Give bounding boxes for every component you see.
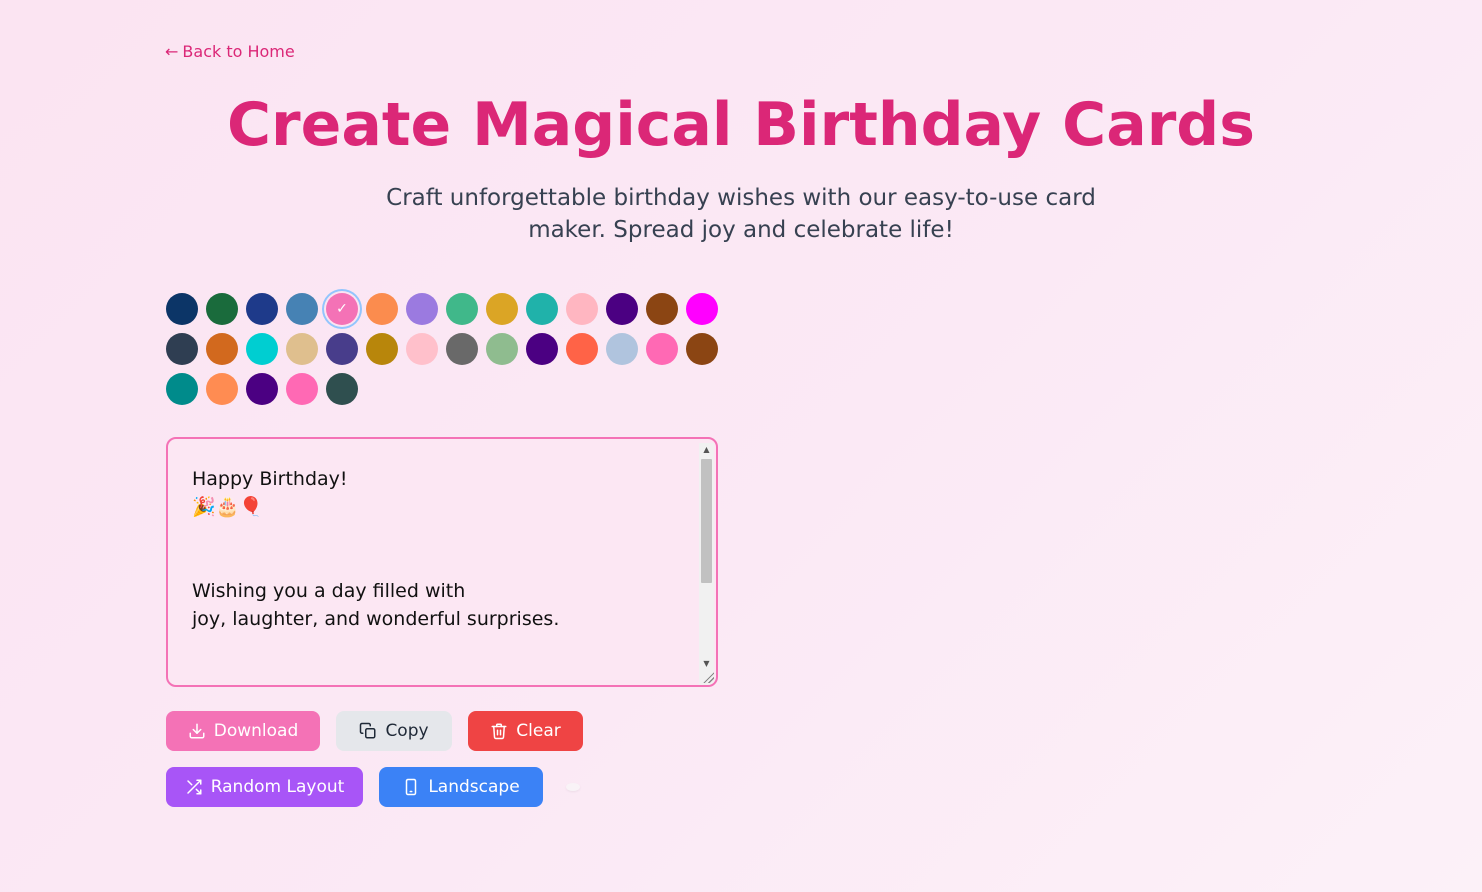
scroll-up-arrow-icon[interactable]: ▲ xyxy=(699,443,714,457)
color-swatch[interactable] xyxy=(446,333,478,365)
color-swatch[interactable] xyxy=(406,293,438,325)
editor-scrollbar[interactable]: ▲ ▼ xyxy=(699,443,714,685)
color-swatch[interactable] xyxy=(166,373,198,405)
clear-button[interactable]: Clear xyxy=(468,711,583,751)
color-palette: ✓ xyxy=(166,293,726,405)
color-swatch[interactable] xyxy=(446,293,478,325)
color-swatch[interactable] xyxy=(326,373,358,405)
color-swatch[interactable] xyxy=(246,293,278,325)
trash-icon xyxy=(491,723,507,740)
color-swatch[interactable] xyxy=(606,333,638,365)
color-swatch[interactable] xyxy=(286,373,318,405)
check-icon: ✓ xyxy=(336,301,348,317)
color-swatch[interactable] xyxy=(246,373,278,405)
card-message-editor[interactable]: Happy Birthday! 🎉🎂🎈 Wishing you a day fi… xyxy=(166,437,718,687)
card-message-text[interactable]: Happy Birthday! 🎉🎂🎈 Wishing you a day fi… xyxy=(192,465,692,633)
clear-label: Clear xyxy=(516,721,561,741)
color-swatch[interactable] xyxy=(286,293,318,325)
scroll-down-arrow-icon[interactable]: ▼ xyxy=(699,657,714,671)
download-icon xyxy=(189,723,205,739)
back-to-home-label: Back to Home xyxy=(182,42,295,61)
copy-icon xyxy=(360,722,376,739)
random-layout-label: Random Layout xyxy=(210,777,345,797)
arrow-left-icon: ← xyxy=(165,42,179,61)
color-swatch[interactable] xyxy=(646,333,678,365)
download-button[interactable]: Download xyxy=(166,711,320,751)
landscape-label: Landscape xyxy=(428,777,520,797)
color-swatch[interactable] xyxy=(286,333,318,365)
color-swatch[interactable] xyxy=(526,333,558,365)
color-swatch[interactable] xyxy=(686,293,718,325)
color-swatch[interactable] xyxy=(486,333,518,365)
resize-handle-icon[interactable] xyxy=(702,671,714,683)
random-layout-button[interactable]: Random Layout xyxy=(166,767,363,807)
color-swatch[interactable] xyxy=(206,333,238,365)
phone-portrait-icon xyxy=(406,778,417,796)
color-swatch[interactable] xyxy=(566,293,598,325)
color-swatch[interactable] xyxy=(566,333,598,365)
color-swatch[interactable]: ✓ xyxy=(326,293,358,325)
color-swatch[interactable] xyxy=(206,373,238,405)
landscape-button[interactable]: Landscape xyxy=(379,767,543,807)
shuffle-icon xyxy=(186,779,202,795)
scrollbar-thumb[interactable] xyxy=(701,459,712,583)
page-subtitle: Craft unforgettable birthday wishes with… xyxy=(386,185,1096,243)
back-to-home-link[interactable]: ← Back to Home xyxy=(165,42,295,61)
page-title: Create Magical Birthday Cards xyxy=(227,90,1255,160)
color-swatch[interactable] xyxy=(366,293,398,325)
color-swatch[interactable] xyxy=(526,293,558,325)
color-swatch[interactable] xyxy=(246,333,278,365)
color-swatch[interactable] xyxy=(326,333,358,365)
download-label: Download xyxy=(213,721,299,741)
copy-label: Copy xyxy=(385,721,429,741)
color-swatch[interactable] xyxy=(686,333,718,365)
color-swatch[interactable] xyxy=(606,293,638,325)
hidden-toggle[interactable] xyxy=(566,783,580,791)
color-swatch[interactable] xyxy=(366,333,398,365)
color-swatch[interactable] xyxy=(206,293,238,325)
color-swatch[interactable] xyxy=(166,333,198,365)
color-swatch[interactable] xyxy=(166,293,198,325)
color-swatch[interactable] xyxy=(486,293,518,325)
copy-button[interactable]: Copy xyxy=(336,711,452,751)
color-swatch[interactable] xyxy=(406,333,438,365)
color-swatch[interactable] xyxy=(646,293,678,325)
